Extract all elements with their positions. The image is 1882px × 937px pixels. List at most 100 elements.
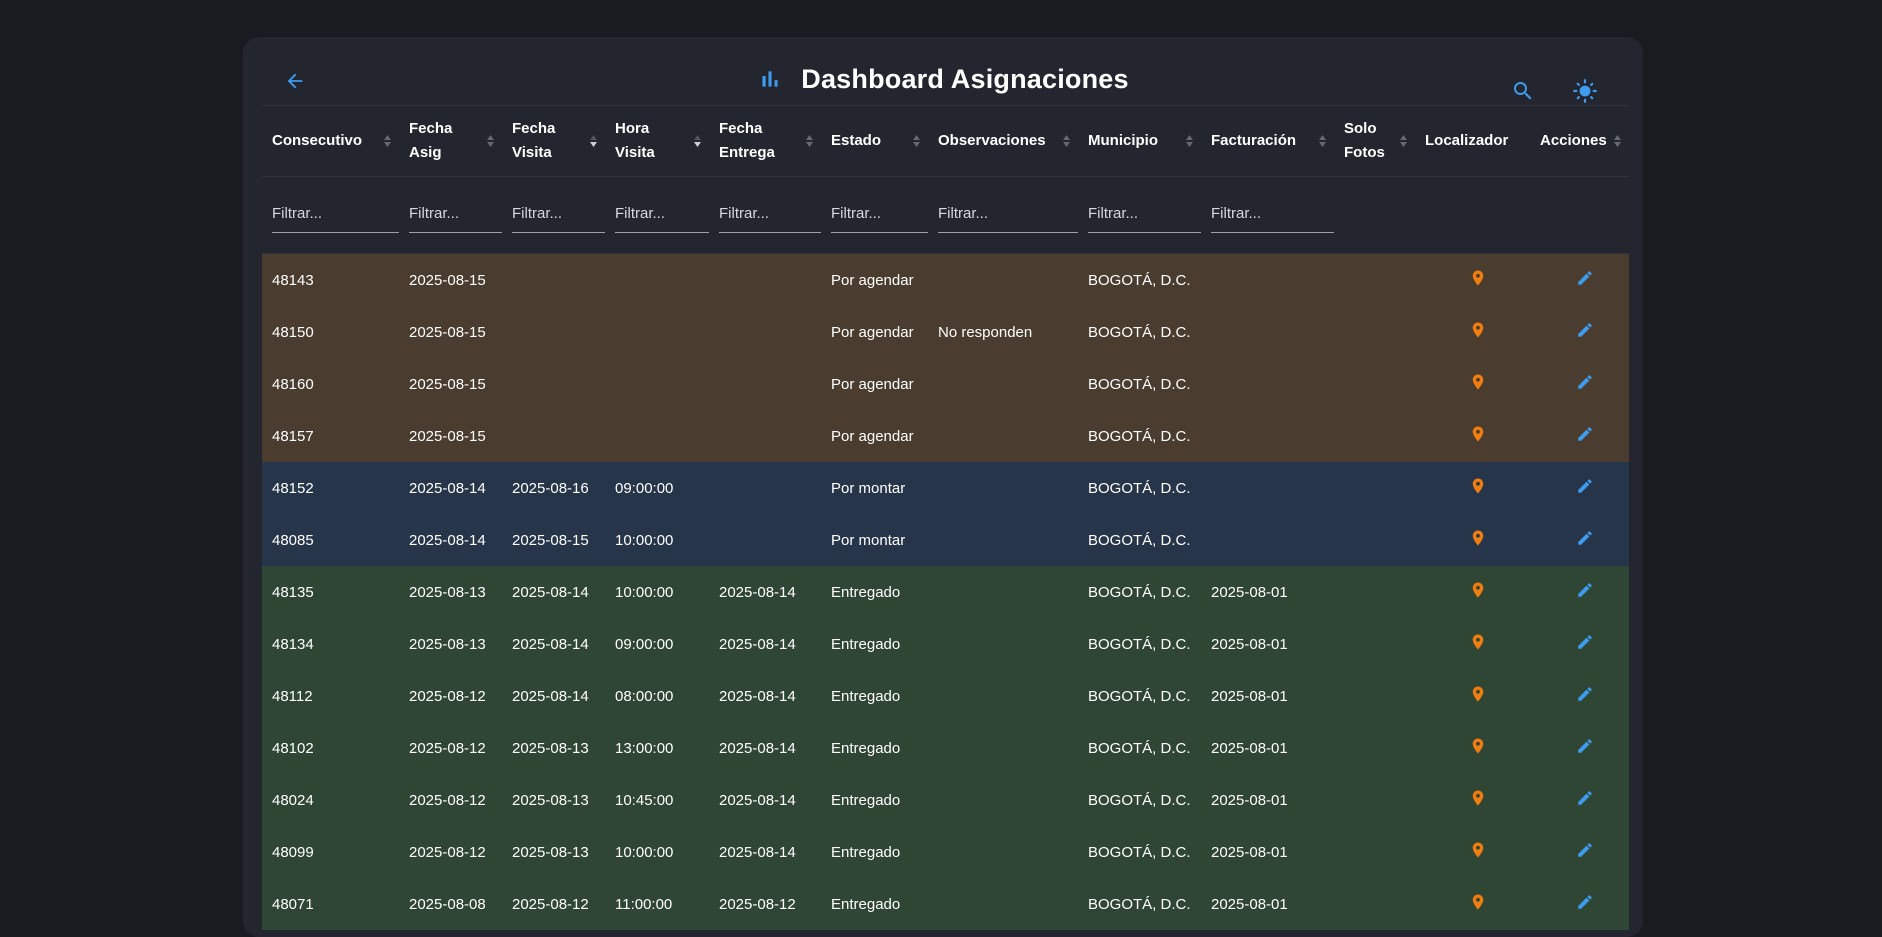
column-header-acciones[interactable]: Acciones — [1530, 105, 1629, 177]
location-pin-icon[interactable] — [1469, 839, 1487, 861]
column-header-municipio[interactable]: Municipio — [1078, 105, 1201, 177]
cell-observaciones — [928, 670, 1078, 722]
table-row[interactable]: 48157 2025-08-15 Por agendar BOGOTÁ, D.C. — [262, 410, 1629, 462]
table-row[interactable]: 48143 2025-08-15 Por agendar BOGOTÁ, D.C. — [262, 253, 1629, 306]
edit-pencil-icon[interactable] — [1576, 529, 1594, 547]
cell-fecha-visita — [502, 410, 605, 462]
table-row[interactable]: 48134 2025-08-13 2025-08-14 09:00:00 2025-08… — [262, 618, 1629, 670]
edit-pencil-icon[interactable] — [1576, 737, 1594, 755]
column-header-consecutivo[interactable]: Consecutivo — [262, 105, 399, 177]
cell-fecha-asig: 2025-08-15 — [399, 253, 502, 306]
edit-pencil-icon[interactable] — [1576, 373, 1594, 391]
cell-hora-visita: 10:00:00 — [605, 826, 709, 878]
edit-pencil-icon[interactable] — [1576, 841, 1594, 859]
sort-icon[interactable] — [1183, 133, 1195, 149]
cell-observaciones — [928, 514, 1078, 566]
table-row[interactable]: 48160 2025-08-15 Por agendar BOGOTÁ, D.C. — [262, 358, 1629, 410]
edit-pencil-icon[interactable] — [1576, 269, 1594, 287]
page-header: Dashboard Asignaciones — [243, 59, 1643, 99]
cell-observaciones — [928, 826, 1078, 878]
cell-hora-visita — [605, 253, 709, 306]
location-pin-icon[interactable] — [1469, 683, 1487, 705]
cell-consecutivo: 48134 — [262, 618, 399, 670]
sort-icon[interactable] — [484, 133, 496, 149]
column-header-facturacion[interactable]: Facturación — [1201, 105, 1334, 177]
cell-fecha-entrega: 2025-08-14 — [709, 722, 821, 774]
cell-hora-visita — [605, 358, 709, 410]
search-button[interactable] — [1509, 77, 1537, 105]
edit-pencil-icon[interactable] — [1576, 789, 1594, 807]
location-pin-icon[interactable] — [1469, 527, 1487, 549]
location-pin-icon[interactable] — [1469, 423, 1487, 445]
location-pin-icon[interactable] — [1469, 891, 1487, 913]
edit-pencil-icon[interactable] — [1576, 633, 1594, 651]
table-row[interactable]: 48024 2025-08-12 2025-08-13 10:45:00 2025-08… — [262, 774, 1629, 826]
table-row[interactable]: 48135 2025-08-13 2025-08-14 10:00:00 2025-08… — [262, 566, 1629, 618]
page-title: Dashboard Asignaciones — [801, 63, 1129, 94]
cell-municipio: BOGOTÁ, D.C. — [1078, 878, 1201, 930]
filter-input-municipio[interactable] — [1088, 197, 1201, 233]
filter-input-fecha-visita[interactable] — [512, 197, 605, 233]
edit-pencil-icon[interactable] — [1576, 477, 1594, 495]
sort-icon[interactable] — [803, 133, 815, 149]
cell-solo-fotos — [1334, 670, 1415, 722]
edit-pencil-icon[interactable] — [1576, 685, 1594, 703]
cell-solo-fotos — [1334, 722, 1415, 774]
edit-pencil-icon[interactable] — [1576, 321, 1594, 339]
table-row[interactable]: 48112 2025-08-12 2025-08-14 08:00:00 2025-08… — [262, 670, 1629, 722]
cell-fecha-asig: 2025-08-08 — [399, 878, 502, 930]
cell-fecha-asig: 2025-08-13 — [399, 618, 502, 670]
cell-consecutivo: 48150 — [262, 306, 399, 358]
table-row[interactable]: 48102 2025-08-12 2025-08-13 13:00:00 2025-08… — [262, 722, 1629, 774]
table-row[interactable]: 48085 2025-08-14 2025-08-15 10:00:00 Por mon… — [262, 514, 1629, 566]
theme-toggle-button[interactable] — [1571, 77, 1599, 105]
location-pin-icon[interactable] — [1469, 631, 1487, 653]
sort-icon[interactable] — [381, 133, 393, 149]
cell-acciones — [1530, 358, 1629, 410]
column-header-estado[interactable]: Estado — [821, 105, 928, 177]
table-row[interactable]: 48152 2025-08-14 2025-08-16 09:00:00 Por mon… — [262, 462, 1629, 514]
location-pin-icon[interactable] — [1469, 579, 1487, 601]
cell-localizador — [1415, 566, 1530, 618]
sort-desc-icon[interactable] — [587, 133, 599, 149]
location-pin-icon[interactable] — [1469, 267, 1487, 289]
column-header-solo-fotos[interactable]: Solo Fotos — [1334, 105, 1415, 177]
cell-fecha-entrega: 2025-08-14 — [709, 618, 821, 670]
cell-observaciones: No responden — [928, 306, 1078, 358]
cell-hora-visita: 10:45:00 — [605, 774, 709, 826]
filter-input-fecha-asig[interactable] — [409, 197, 502, 233]
table-row[interactable]: 48071 2025-08-08 2025-08-12 11:00:00 2025-08… — [262, 878, 1629, 930]
location-pin-icon[interactable] — [1469, 371, 1487, 393]
column-header-observaciones[interactable]: Observaciones — [928, 105, 1078, 177]
cell-facturacion — [1201, 306, 1334, 358]
location-pin-icon[interactable] — [1469, 735, 1487, 757]
filter-input-facturacion[interactable] — [1211, 197, 1334, 233]
sort-icon[interactable] — [910, 133, 922, 149]
cell-solo-fotos — [1334, 358, 1415, 410]
location-pin-icon[interactable] — [1469, 475, 1487, 497]
column-header-fecha-asig[interactable]: Fecha Asig — [399, 105, 502, 177]
sort-desc-icon[interactable] — [691, 133, 703, 149]
filter-input-hora-visita[interactable] — [615, 197, 709, 233]
cell-solo-fotos — [1334, 306, 1415, 358]
edit-pencil-icon[interactable] — [1576, 893, 1594, 911]
location-pin-icon[interactable] — [1469, 319, 1487, 341]
sort-icon[interactable] — [1060, 133, 1072, 149]
sort-icon[interactable] — [1611, 133, 1623, 149]
column-header-fecha-entrega[interactable]: Fecha Entrega — [709, 105, 821, 177]
filter-input-fecha-entrega[interactable] — [719, 197, 821, 233]
filter-input-observaciones[interactable] — [938, 197, 1078, 233]
edit-pencil-icon[interactable] — [1576, 425, 1594, 443]
filter-input-estado[interactable] — [831, 197, 928, 233]
filter-input-consecutivo[interactable] — [272, 197, 399, 233]
table-row[interactable]: 48150 2025-08-15 Por agendar No responden BO… — [262, 306, 1629, 358]
assignments-table: Consecutivo Fecha Asig Fecha Visita Hora Vi… — [262, 105, 1629, 930]
cell-fecha-entrega — [709, 253, 821, 306]
edit-pencil-icon[interactable] — [1576, 581, 1594, 599]
table-row[interactable]: 48099 2025-08-12 2025-08-13 10:00:00 2025-08… — [262, 826, 1629, 878]
sort-icon[interactable] — [1316, 133, 1328, 149]
column-header-hora-visita[interactable]: Hora Visita — [605, 105, 709, 177]
sort-icon[interactable] — [1397, 133, 1409, 149]
column-header-fecha-visita[interactable]: Fecha Visita — [502, 105, 605, 177]
location-pin-icon[interactable] — [1469, 787, 1487, 809]
